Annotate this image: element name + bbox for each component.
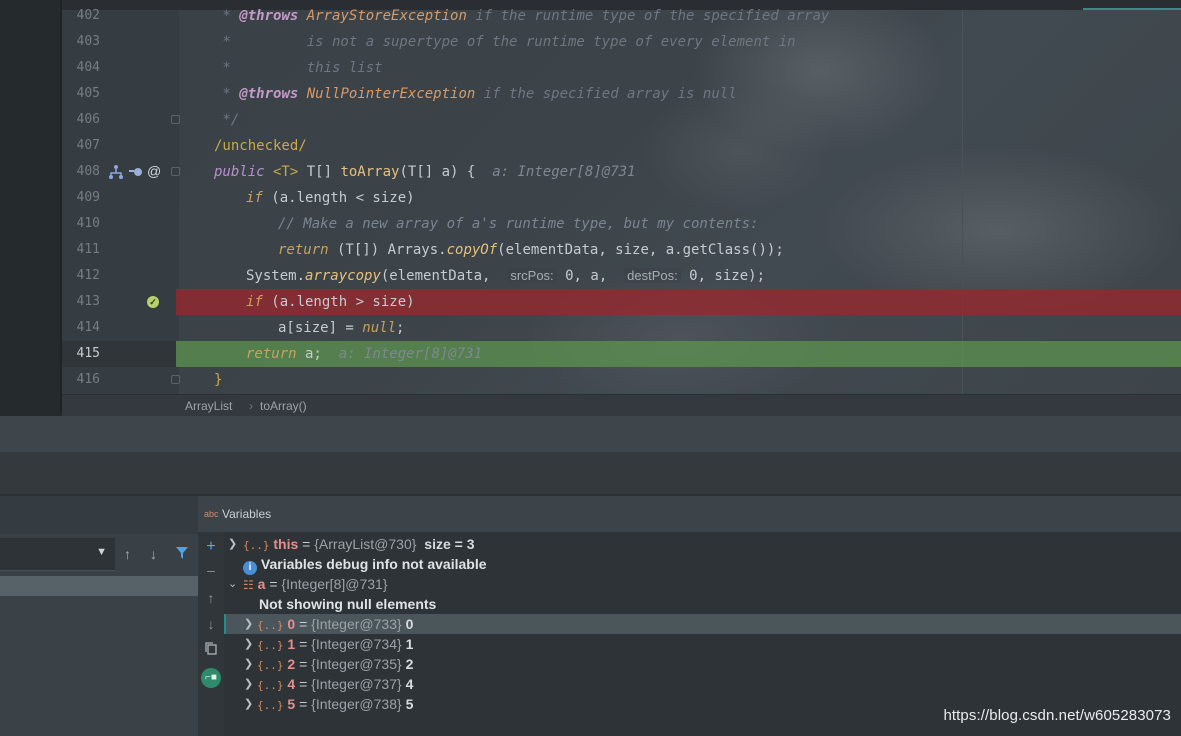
debug-tab-area	[0, 452, 1181, 494]
code-line[interactable]: 404 * this list	[62, 55, 1181, 81]
line-number: 410	[76, 216, 100, 231]
line-number: 404	[76, 60, 100, 75]
chevron-right-icon[interactable]: ❯	[244, 694, 254, 714]
object-icon: {..}	[257, 659, 284, 672]
code-line[interactable]: 411 return (T[]) Arrays.copyOf(elementDa…	[62, 237, 1181, 263]
glasses-icon[interactable]: ⌐■	[201, 668, 221, 688]
arrow-down-icon[interactable]: ↓	[150, 546, 157, 562]
breadcrumb-class[interactable]: ArrayList	[185, 399, 232, 413]
override-icon[interactable]	[128, 164, 144, 183]
line-number: 406	[76, 112, 100, 127]
code-line[interactable]: 403 * is not a supertype of the runtime …	[62, 29, 1181, 55]
chevron-right-icon[interactable]: ❯	[244, 634, 254, 654]
chevron-right-icon[interactable]: ❯	[244, 654, 254, 674]
code-line[interactable]: 414 a[size] = null;	[62, 315, 1181, 341]
inline-value-hint: a: Integer[8]@731	[492, 164, 636, 180]
tree-row-selected[interactable]: ❯ {..} 0 = {Integer@733} 0	[224, 614, 1181, 634]
array-icon: ☷	[243, 578, 254, 592]
line-number: 416	[76, 372, 100, 387]
copy-icon[interactable]	[198, 642, 224, 658]
tree-row[interactable]: ⌄ ☷ a = {Integer[8]@731}	[224, 574, 1181, 594]
variables-title: Variables	[222, 507, 272, 521]
object-icon: {..}	[243, 539, 270, 552]
tree-row-info: Not showing null elements	[259, 596, 437, 612]
breadcrumb-separator: ›	[249, 399, 253, 413]
project-panel-edge	[0, 0, 62, 412]
code-line[interactable]: 410 // Make a new array of a's runtime t…	[62, 211, 1181, 237]
info-icon: i	[243, 561, 257, 575]
frame-item-selected[interactable]	[0, 576, 198, 596]
variables-tree[interactable]: ❯ {..} this = {ArrayList@730} size = 3 i…	[224, 532, 1181, 736]
object-icon: {..}	[257, 619, 284, 632]
filter-icon[interactable]	[176, 546, 188, 562]
code-line[interactable]: 416 }	[62, 367, 1181, 393]
object-icon: {..}	[257, 699, 284, 712]
tree-row[interactable]: ❯ {..} 1 = {Integer@734} 1	[224, 634, 1181, 654]
variables-header: abc Variables	[198, 494, 1181, 534]
arrow-up-icon[interactable]: ↑	[198, 590, 224, 606]
line-number: 415	[76, 346, 100, 361]
code-line[interactable]: 405 * @throws NullPointerException if th…	[62, 81, 1181, 107]
code-line[interactable]: 409 if (a.length < size)	[62, 185, 1181, 211]
arrow-down-icon[interactable]: ↓	[198, 616, 224, 632]
chevron-down-icon[interactable]: ⌄	[228, 574, 238, 594]
tree-row[interactable]: ❯ {..} 2 = {Integer@735} 2	[224, 654, 1181, 674]
fold-marker-icon[interactable]	[171, 115, 180, 124]
tree-row-info: i Variables debug info not available	[224, 554, 1181, 575]
breadcrumb-method[interactable]: toArray()	[260, 399, 307, 413]
line-number: 413	[76, 294, 100, 309]
code-line[interactable]: 413 if (a.length > size)	[62, 289, 1181, 315]
code-line[interactable]: 415 return a; a: Integer[8]@731	[62, 341, 1181, 367]
remove-watch-icon[interactable]: –	[198, 562, 224, 578]
variables-toolbar: + – ↑ ↓ ⌐■	[198, 532, 224, 736]
thread-selector[interactable]: ▼	[0, 538, 115, 571]
frames-list[interactable]	[0, 596, 198, 736]
hierarchy-icon[interactable]	[108, 164, 124, 183]
line-number: 402	[76, 8, 100, 23]
breakpoint-verified-icon[interactable]: ✓	[147, 296, 159, 308]
debug-toolbar-area	[0, 416, 1181, 452]
param-hint: srcPos:	[507, 268, 557, 283]
line-number: 403	[76, 34, 100, 49]
line-number: 414	[76, 320, 100, 335]
arrow-up-icon[interactable]: ↑	[124, 546, 131, 562]
line-number: 412	[76, 268, 100, 283]
frames-panel: ▼ ↑ ↓	[0, 494, 198, 736]
object-icon: {..}	[257, 639, 284, 652]
inline-value-hint: a: Integer[8]@731	[338, 346, 483, 362]
selection-indicator	[224, 614, 226, 634]
breadcrumb: ArrayList › toArray()	[62, 394, 1181, 417]
line-number: 408	[76, 164, 100, 179]
chevron-right-icon[interactable]: ❯	[244, 674, 254, 694]
param-hint: destPos:	[624, 268, 681, 283]
code-line[interactable]: 407 /unchecked/	[62, 133, 1181, 159]
chevron-right-icon[interactable]: ❯	[244, 614, 254, 634]
tree-row[interactable]: ❯ {..} this = {ArrayList@730} size = 3	[224, 534, 1181, 554]
tree-row[interactable]: ❯ {..} 4 = {Integer@737} 4	[224, 674, 1181, 694]
watermark-text: https://blog.csdn.net/w605283073	[943, 707, 1171, 724]
code-line[interactable]: 408 public <T> T[] toArray(T[] a) { a: I…	[62, 159, 1181, 185]
line-number: 405	[76, 86, 100, 101]
variables-icon: abc	[204, 509, 219, 519]
line-number: 407	[76, 138, 100, 153]
chevron-down-icon: ▼	[96, 546, 107, 558]
add-watch-icon[interactable]: +	[198, 538, 224, 556]
object-icon: {..}	[257, 679, 284, 692]
fold-marker-icon[interactable]	[171, 167, 180, 176]
line-number: 409	[76, 190, 100, 205]
code-line[interactable]: 412 System.arraycopy(elementData, srcPos…	[62, 263, 1181, 289]
code-line[interactable]: 406 */	[62, 107, 1181, 133]
fold-marker-icon[interactable]	[171, 375, 180, 384]
at-annotation-icon[interactable]: @	[147, 163, 161, 179]
code-line[interactable]: 402 * @throws ArrayStoreException if the…	[62, 3, 1181, 29]
frames-header	[0, 494, 198, 534]
line-number: 411	[76, 242, 100, 257]
chevron-right-icon[interactable]: ❯	[228, 534, 238, 554]
